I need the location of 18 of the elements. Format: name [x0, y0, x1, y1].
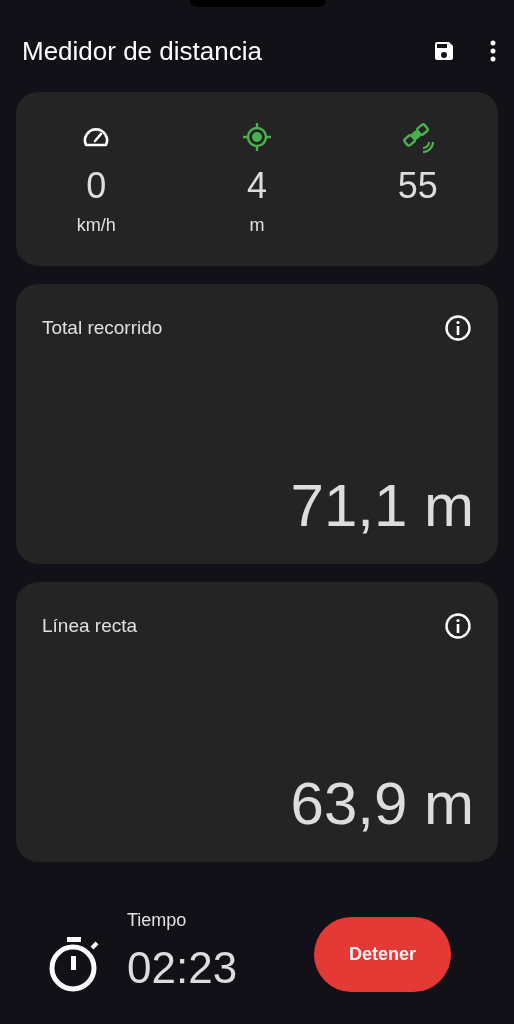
card-label: Línea recta: [42, 614, 138, 638]
stat-unit: km/h: [76, 214, 116, 237]
timer-value: 02:23: [127, 946, 238, 990]
save-icon[interactable]: [432, 39, 456, 63]
stop-button[interactable]: Detener: [314, 917, 451, 992]
stat-unit: m: [249, 214, 265, 237]
stat-value: 0: [86, 168, 107, 204]
more-menu-icon[interactable]: [490, 40, 496, 62]
stopwatch-icon: [48, 935, 100, 992]
info-icon[interactable]: [444, 612, 472, 641]
info-icon[interactable]: [444, 314, 472, 343]
timer-label: Tiempo: [127, 909, 188, 932]
stat-value: 55: [397, 168, 438, 204]
card-label: Total recorrido: [42, 316, 163, 340]
distance-value: 71,1 m: [290, 476, 474, 536]
stat-value: 4: [246, 168, 267, 204]
app-title: Medidor de distancia: [22, 34, 263, 68]
distance-value: 63,9 m: [290, 774, 474, 834]
